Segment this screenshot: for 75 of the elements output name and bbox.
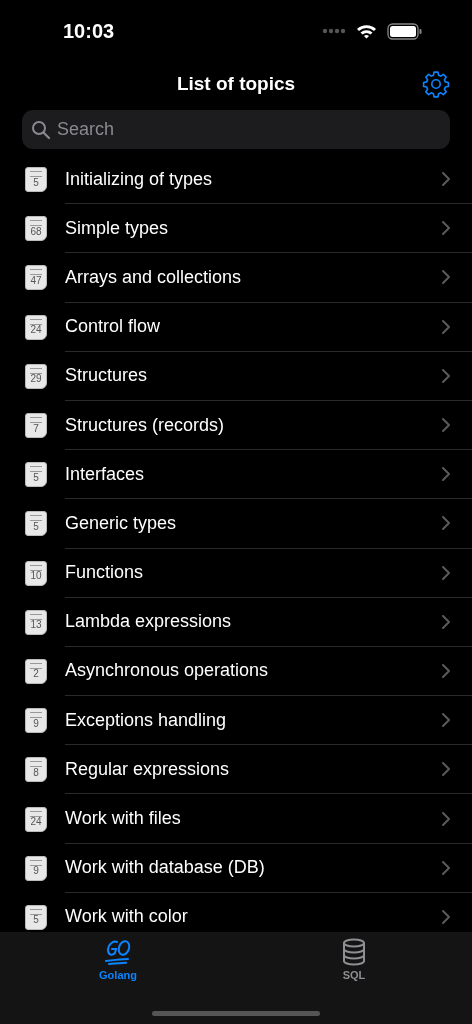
topic-count: 47	[30, 275, 42, 286]
tab-item[interactable]: SQL	[236, 932, 472, 988]
topic-title: Regular expressions	[65, 758, 231, 780]
chevron-icon	[442, 467, 450, 482]
battery-icon	[387, 22, 422, 40]
topic-row[interactable]: 9 Work with database (DB)	[0, 843, 472, 893]
topic-row[interactable]: 29 Structures	[0, 351, 472, 401]
status-time: 10:03	[63, 19, 116, 43]
topic-row[interactable]: 24 Work with files	[0, 794, 472, 844]
chevron-icon	[442, 713, 450, 728]
chevron-icon	[442, 172, 450, 187]
topic-count: 9	[33, 718, 39, 729]
chevron-icon	[442, 221, 450, 236]
topic-count: 5	[33, 177, 39, 188]
chevron-icon	[442, 418, 450, 433]
topic-count: 9	[33, 866, 39, 877]
topic-title: Functions	[65, 562, 145, 584]
topic-count: 5	[33, 472, 39, 483]
topic-row[interactable]: 8 Regular expressions	[0, 745, 472, 795]
topic-count: 8	[33, 767, 39, 778]
chevron-icon	[442, 368, 450, 383]
topic-title: Structures	[65, 365, 149, 387]
topic-title: Interfaces	[65, 463, 146, 485]
topic-title: Arrays and collections	[65, 266, 243, 288]
chevron-icon	[442, 860, 450, 875]
topic-count: 7	[33, 423, 39, 434]
topic-row[interactable]: 68 Simple types	[0, 204, 472, 254]
topic-count: 2	[33, 669, 39, 680]
topic-count: 10	[30, 571, 42, 582]
topic-count: 29	[30, 374, 42, 385]
topic-title: Control flow	[65, 316, 162, 338]
topic-title: Work with color	[65, 906, 189, 928]
chevron-icon	[442, 663, 450, 678]
topic-row[interactable]: 5 Initializing of types	[0, 155, 472, 205]
search-field[interactable]: Search	[22, 110, 450, 149]
signal-icon	[322, 28, 346, 34]
topic-title: Work with files	[65, 808, 182, 830]
topic-count: 68	[30, 226, 42, 237]
chevron-icon	[442, 516, 450, 531]
topic-count: 24	[30, 325, 42, 336]
topic-title: Structures (records)	[65, 414, 226, 436]
topic-count: 5	[33, 915, 39, 926]
topic-row[interactable]: 10 Functions	[0, 548, 472, 598]
search-icon	[31, 120, 51, 140]
chevron-icon	[442, 565, 450, 580]
topic-row[interactable]: 5 Interfaces	[0, 450, 472, 500]
topic-row[interactable]: 47 Arrays and collections	[0, 253, 472, 303]
topic-row[interactable]: 2 Asynchronous operations	[0, 646, 472, 697]
topic-row[interactable]: 24 Control flow	[0, 302, 472, 352]
topic-title: Asynchronous operations	[65, 660, 270, 682]
topic-count: 13	[30, 620, 42, 631]
topic-count: 5	[33, 521, 39, 532]
chevron-icon	[442, 614, 450, 629]
topic-count: 24	[30, 817, 42, 828]
chevron-icon	[442, 811, 450, 826]
nav-title: List of topics	[176, 73, 296, 95]
chevron-icon	[442, 319, 450, 334]
topic-row[interactable]: 13 Lambda expressions	[0, 597, 472, 647]
topic-row[interactable]: 7 Structures (records)	[0, 400, 472, 451]
topic-title: Simple types	[65, 217, 170, 239]
chevron-icon	[442, 909, 450, 924]
tab-item[interactable]: Golang	[0, 932, 236, 988]
settings-button[interactable]	[422, 70, 450, 98]
topic-title: Exceptions handling	[65, 709, 228, 731]
topic-title: Lambda expressions	[65, 611, 233, 633]
topic-title: Work with database (DB)	[65, 857, 266, 879]
wifi-icon	[356, 23, 377, 39]
topic-row[interactable]: 5 Generic types	[0, 499, 472, 549]
topic-row[interactable]: 9 Exceptions handling	[0, 696, 472, 746]
chevron-icon	[442, 270, 450, 285]
topic-title: Generic types	[65, 512, 178, 534]
chevron-icon	[442, 762, 450, 777]
topic-title: Initializing of types	[65, 168, 214, 190]
go-logo-icon	[103, 938, 133, 966]
database-icon	[341, 938, 367, 966]
